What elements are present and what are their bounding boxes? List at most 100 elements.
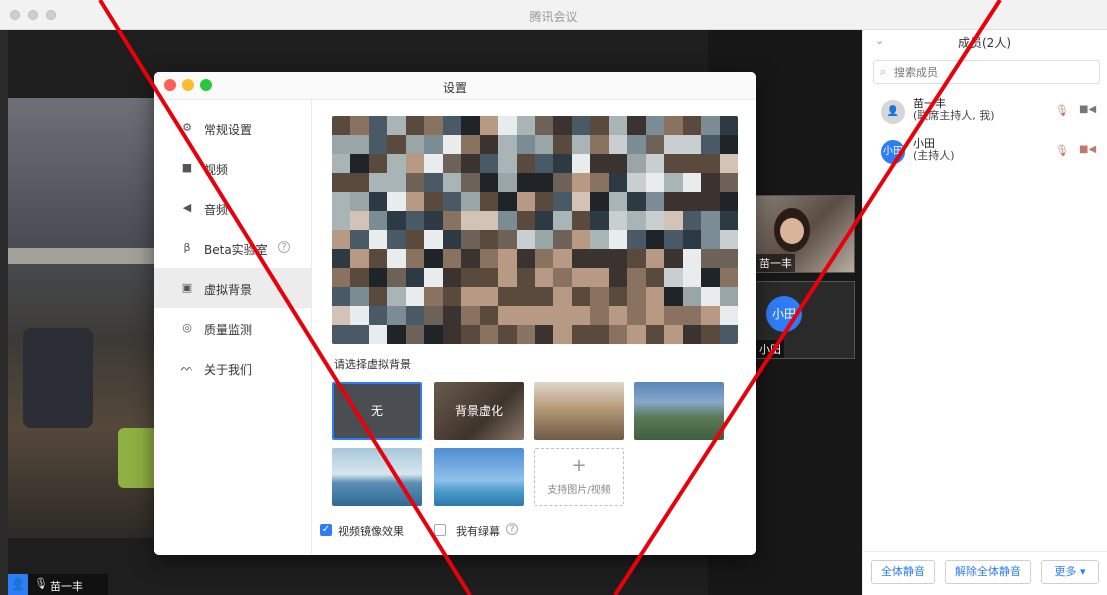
preview-pixel: [664, 306, 684, 326]
preview-pixel: [424, 192, 444, 212]
chevron-down-icon[interactable]: ⌄: [875, 34, 884, 47]
preview-pixel: [719, 249, 738, 269]
more-button[interactable]: 更多 ▾: [1041, 560, 1099, 584]
preview-pixel: [645, 306, 666, 326]
preview-pixel: [535, 230, 555, 250]
preview-pixel: [405, 192, 426, 212]
participant-thumb-1[interactable]: 苗一丰: [755, 195, 855, 273]
preview-pixel: [461, 154, 481, 174]
preview-pixel: [479, 306, 500, 326]
preview-pixel: [590, 325, 610, 344]
preview-pixel: [627, 173, 647, 193]
mic-icon[interactable]: 🎙: [1055, 104, 1069, 117]
mic-icon[interactable]: 🎙: [1055, 144, 1069, 157]
member-search[interactable]: ⌕: [873, 60, 1100, 84]
preview-pixel: [405, 173, 426, 193]
preview-pixel: [664, 154, 684, 174]
preview-pixel: [405, 249, 426, 269]
nav-item-video[interactable]: ■ 视频: [154, 148, 312, 188]
preview-pixel: [535, 249, 555, 269]
unmute-all-button[interactable]: 解除全体静音: [945, 560, 1031, 584]
user-icon[interactable]: 👤: [8, 574, 28, 595]
preview-pixel: [350, 135, 370, 155]
member-row[interactable]: 小田 小田 (主持人) 🎙 ■◀: [863, 138, 1107, 174]
preview-pixel: [479, 135, 500, 155]
preview-pixel: [479, 116, 500, 136]
help-icon[interactable]: ?: [506, 523, 518, 535]
nav-label: 虚拟背景: [204, 283, 253, 297]
preview-pixel: [645, 249, 666, 269]
preview-pixel: [701, 154, 721, 174]
preview-pixel: [332, 249, 352, 269]
mirror-checkbox[interactable]: ✓: [320, 524, 332, 536]
camera-off-icon[interactable]: ■◀: [1079, 144, 1096, 155]
preview-pixel: [571, 116, 592, 136]
preview-pixel: [350, 325, 370, 344]
camera-icon[interactable]: ■◀: [1079, 104, 1096, 115]
background-none-label: 无: [370, 404, 383, 418]
help-icon[interactable]: ?: [278, 241, 290, 253]
nav-item-beta[interactable]: β Beta实验室 ?: [154, 228, 312, 268]
speaker-icon: ◀: [182, 201, 192, 214]
preview-pixel: [405, 268, 426, 288]
add-background-button[interactable]: + 支持图片/视频: [534, 448, 624, 506]
preview-pixel: [498, 249, 518, 269]
background-office-image[interactable]: [534, 382, 624, 440]
preview-pixel: [461, 192, 481, 212]
preview-pixel: [535, 154, 555, 174]
preview-pixel: [387, 116, 407, 136]
nav-item-general[interactable]: ⚙ 常规设置: [154, 108, 312, 148]
preview-pixel: [701, 268, 721, 288]
member-role: (主持人): [913, 149, 955, 162]
preview-pixel: [405, 306, 426, 326]
participant-thumb-2[interactable]: 小田 小田: [755, 281, 855, 359]
preview-pixel: [516, 135, 536, 155]
background-none[interactable]: 无: [332, 382, 422, 440]
preview-pixel: [516, 230, 536, 250]
preview-pixel: [368, 249, 389, 269]
nav-label: Beta实验室: [204, 243, 268, 257]
greenscreen-label: 我有绿幕: [456, 525, 500, 538]
nav-label: 常规设置: [204, 123, 253, 137]
preview-pixel: [498, 306, 518, 326]
nav-item-virtual-background[interactable]: ▣ 虚拟背景: [154, 268, 312, 308]
gear-icon: ⚙: [182, 121, 192, 134]
background-mountain-image[interactable]: [634, 382, 724, 440]
preview-pixel: [645, 192, 666, 212]
mute-all-button[interactable]: 全体静音: [871, 560, 935, 584]
search-icon: ⌕: [880, 65, 887, 78]
preview-pixel: [461, 268, 481, 288]
preview-pixel: [387, 306, 407, 326]
preview-pixel: [590, 230, 610, 250]
preview-pixel: [442, 287, 463, 307]
preview-pixel: [368, 230, 389, 250]
preview-pixel: [553, 230, 573, 250]
preview-pixel: [645, 325, 666, 344]
nav-item-quality[interactable]: ◎ 质量监测: [154, 308, 312, 348]
preview-pixel: [368, 135, 389, 155]
preview-pixel: [387, 268, 407, 288]
preview-pixel: [424, 154, 444, 174]
preview-pixel: [332, 306, 352, 326]
preview-pixel: [701, 230, 721, 250]
preview-pixel: [682, 287, 703, 307]
preview-pixel: [405, 230, 426, 250]
preview-pixel: [553, 135, 573, 155]
preview-pixel: [701, 192, 721, 212]
preview-pixel: [498, 230, 518, 250]
background-sky-image[interactable]: [434, 448, 524, 506]
nav-item-audio[interactable]: ◀ 音频: [154, 188, 312, 228]
preview-pixel: [571, 154, 592, 174]
preview-pixel: [571, 192, 592, 212]
preview-pixel: [682, 173, 703, 193]
greenscreen-checkbox[interactable]: [434, 524, 446, 536]
preview-pixel: [682, 325, 703, 344]
member-role: (联席主持人, 我): [913, 109, 995, 122]
preview-pixel: [535, 173, 555, 193]
preview-pixel: [645, 211, 666, 231]
nav-item-about[interactable]: ᨓ 关于我们: [154, 348, 312, 388]
background-sea-image[interactable]: [332, 448, 422, 506]
background-blur[interactable]: 背景虚化: [434, 382, 524, 440]
member-search-input[interactable]: [894, 64, 1094, 80]
member-row[interactable]: 👤 苗一丰 (联席主持人, 我) 🎙 ■◀: [863, 98, 1107, 134]
